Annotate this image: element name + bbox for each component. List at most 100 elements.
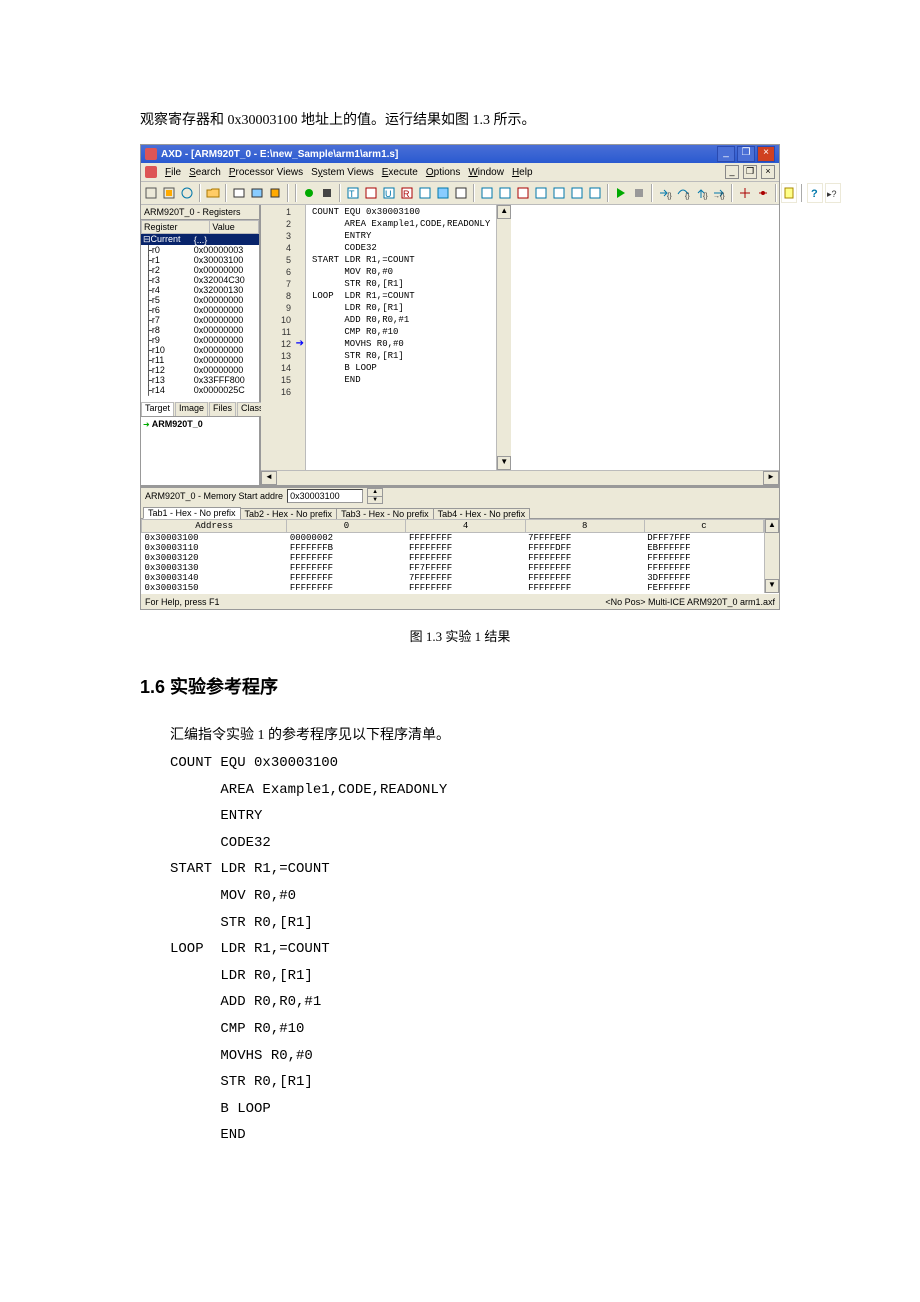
menu-procviews[interactable]: Processor Views — [229, 167, 303, 178]
register-row[interactable]: ├r70x00000000 — [141, 315, 259, 325]
step-over-icon[interactable]: {} — [675, 183, 691, 203]
memory-header[interactable]: 4 — [406, 520, 525, 533]
register-row[interactable]: ├r60x00000000 — [141, 305, 259, 315]
stop-icon[interactable] — [631, 183, 647, 203]
memory-address-spinner[interactable]: ▲▼ — [367, 488, 383, 504]
maximize-button[interactable]: ❐ — [737, 146, 755, 162]
toolbar-button[interactable] — [737, 183, 753, 203]
memory-row[interactable]: 0x30003150FFFFFFFFFFFFFFFFFFFFFFFFFEFFFF… — [142, 583, 764, 593]
toolbar-button[interactable] — [781, 183, 797, 203]
toolbar-button[interactable] — [249, 183, 265, 203]
code-editor[interactable]: 1234567891011➔1213141516 COUNT EQU 0x300… — [261, 205, 779, 470]
register-row[interactable]: ├r20x00000000 — [141, 265, 259, 275]
memory-header[interactable]: 0 — [287, 520, 406, 533]
toolbar-button[interactable] — [179, 183, 195, 203]
tab-image[interactable]: Image — [175, 402, 208, 416]
toolbar-button[interactable] — [755, 183, 771, 203]
help-icon[interactable]: ? — [807, 183, 823, 203]
toolbar-button[interactable]: R — [399, 183, 415, 203]
register-row[interactable]: ├r10x30003100 — [141, 255, 259, 265]
context-help-icon[interactable]: ▸? — [825, 183, 841, 203]
memory-tab-4[interactable]: Tab4 - Hex - No prefix — [433, 508, 531, 519]
register-row[interactable]: ├r00x00000003 — [141, 245, 259, 255]
register-row[interactable]: ├r30x32004C30 — [141, 275, 259, 285]
toolbar-button[interactable] — [497, 183, 513, 203]
toolbar-button[interactable] — [533, 183, 549, 203]
toolbar-button[interactable] — [453, 183, 469, 203]
memory-tab-3[interactable]: Tab3 - Hex - No prefix — [336, 508, 434, 519]
memory-row[interactable]: 0x30003120FFFFFFFFFFFFFFFFFFFFFFFFFFFFFF… — [142, 553, 764, 563]
menu-search[interactable]: Search — [189, 167, 221, 178]
scroll-right-icon[interactable]: ► — [763, 471, 779, 485]
toolbar-button[interactable] — [363, 183, 379, 203]
toolbar-button[interactable] — [301, 183, 317, 203]
editor-hscrollbar[interactable]: ◄ ► — [261, 470, 779, 485]
toolbar-button[interactable] — [417, 183, 433, 203]
tree-node[interactable]: ARM920T_0 — [152, 419, 203, 429]
scroll-down-icon[interactable]: ▼ — [497, 456, 511, 470]
register-row[interactable]: ├r110x00000000 — [141, 355, 259, 365]
memory-address-input[interactable] — [287, 489, 363, 503]
menu-help[interactable]: Help — [512, 167, 533, 178]
memory-tab-1[interactable]: Tab1 - Hex - No prefix — [143, 507, 241, 519]
toolbar-button[interactable] — [515, 183, 531, 203]
register-row-current[interactable]: ⊟Current{...} — [141, 234, 259, 245]
toolbar-button[interactable] — [587, 183, 603, 203]
child-close-button[interactable]: × — [761, 165, 775, 179]
memory-row[interactable]: 0x30003110FFFFFFFBFFFFFFFFFFFFFDFFEBFFFF… — [142, 543, 764, 553]
scroll-up-icon[interactable]: ▲ — [497, 205, 511, 219]
open-icon[interactable] — [205, 183, 221, 203]
tab-target[interactable]: Target — [141, 402, 174, 416]
toolbar-button[interactable] — [319, 183, 335, 203]
child-restore-button[interactable]: ❐ — [743, 165, 757, 179]
memory-row[interactable]: 0x30003140FFFFFFFF7FFFFFFFFFFFFFFF3DFFFF… — [142, 573, 764, 583]
register-row[interactable]: ├r40x32000130 — [141, 285, 259, 295]
toolbar-button[interactable] — [479, 183, 495, 203]
target-tree[interactable]: ARM920T_0 — [141, 417, 259, 485]
step-icon[interactable]: {} — [657, 183, 673, 203]
toolbar-button[interactable] — [267, 183, 283, 203]
memory-header[interactable]: 8 — [525, 520, 644, 533]
close-button[interactable]: × — [757, 146, 775, 162]
menu-window[interactable]: Window — [468, 167, 504, 178]
memory-row[interactable]: 0x3000310000000002FFFFFFFF7FFFFEFFDFFF7F… — [142, 533, 764, 544]
register-row[interactable]: ├r100x00000000 — [141, 345, 259, 355]
register-row[interactable]: ├r130x33FFF800 — [141, 375, 259, 385]
toolbar-button[interactable]: U — [381, 183, 397, 203]
minimize-button[interactable]: _ — [717, 146, 735, 162]
memory-row[interactable]: 0x30003130FFFFFFFFFF7FFFFFFFFFFFFFFFFFFF… — [142, 563, 764, 573]
child-minimize-button[interactable]: _ — [725, 165, 739, 179]
menu-sysviews[interactable]: System Views — [311, 167, 374, 178]
reg-header-value[interactable]: Value — [210, 221, 259, 234]
menu-options[interactable]: Options — [426, 167, 460, 178]
memory-header[interactable]: c — [644, 520, 763, 533]
menu-execute[interactable]: Execute — [382, 167, 418, 178]
register-row[interactable]: ├r80x00000000 — [141, 325, 259, 335]
register-row[interactable]: ├r140x0000025C — [141, 385, 259, 395]
memory-tab-2[interactable]: Tab2 - Hex - No prefix — [240, 508, 338, 519]
toolbar-button[interactable] — [551, 183, 567, 203]
toolbar-button[interactable] — [231, 183, 247, 203]
code-area[interactable]: COUNT EQU 0x30003100 AREA Example1,CODE,… — [306, 205, 496, 470]
reg-header-register[interactable]: Register — [142, 221, 210, 234]
scroll-up-icon[interactable]: ▲ — [765, 519, 779, 533]
register-row[interactable]: ├r90x00000000 — [141, 335, 259, 345]
tab-files[interactable]: Files — [209, 402, 236, 416]
run-icon[interactable] — [613, 183, 629, 203]
window-title: AXD - [ARM920T_0 - E:\new_Sample\arm1\ar… — [161, 149, 398, 160]
scroll-left-icon[interactable]: ◄ — [261, 471, 277, 485]
editor-vscrollbar[interactable]: ▲ ▼ — [496, 205, 511, 470]
register-row[interactable]: ├r50x00000000 — [141, 295, 259, 305]
memory-vscrollbar[interactable]: ▲ ▼ — [764, 519, 779, 593]
register-row[interactable]: ├r120x00000000 — [141, 365, 259, 375]
memory-header[interactable]: Address — [142, 520, 287, 533]
toolbar-button[interactable] — [143, 183, 159, 203]
run-to-cursor-icon[interactable]: →{} — [711, 183, 727, 203]
toolbar-button[interactable]: T — [345, 183, 361, 203]
toolbar-button[interactable] — [161, 183, 177, 203]
step-out-icon[interactable]: {} — [693, 183, 709, 203]
toolbar-button[interactable] — [569, 183, 585, 203]
toolbar-button[interactable] — [435, 183, 451, 203]
scroll-down-icon[interactable]: ▼ — [765, 579, 779, 593]
menu-file[interactable]: File — [165, 167, 181, 178]
